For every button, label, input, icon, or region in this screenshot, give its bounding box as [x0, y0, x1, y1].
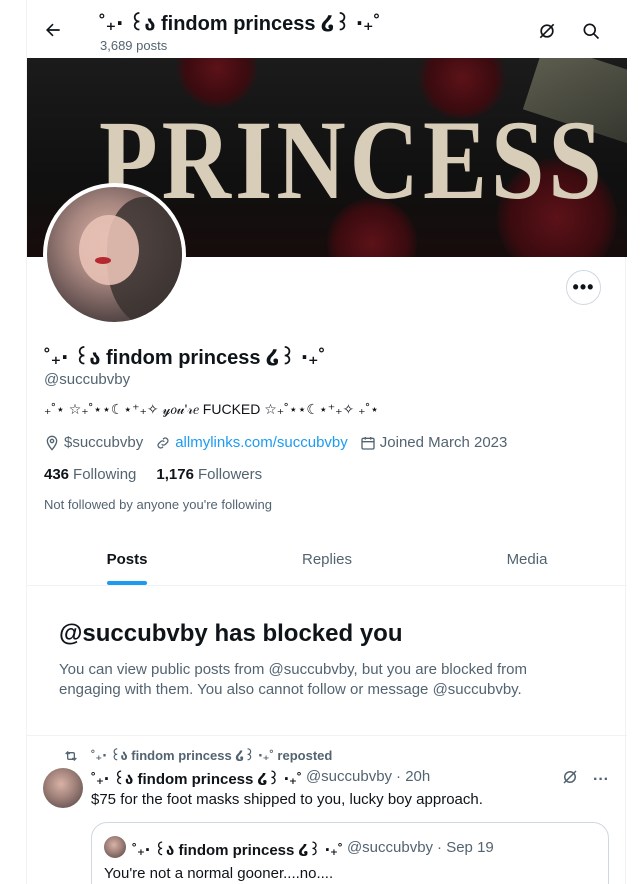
- following-label: Following: [73, 466, 137, 483]
- joined-text: Joined March 2023: [379, 434, 508, 451]
- profile-location: $succubvby: [44, 434, 143, 451]
- tab-label: Media: [506, 551, 548, 568]
- back-arrow-icon[interactable]: [41, 18, 65, 42]
- followers-link[interactable]: 1,176 Followers: [156, 466, 262, 483]
- tab-label: Replies: [301, 551, 353, 568]
- blocked-title: @succubvby has blocked you: [59, 620, 403, 647]
- repost-icon: [65, 750, 77, 761]
- profile-tabs: Posts Replies Media: [27, 534, 627, 586]
- website-link[interactable]: allmylinks.com/succubvby: [175, 434, 348, 451]
- tweet-author-avatar[interactable]: [43, 768, 83, 808]
- blocked-description: You can view public posts from @succubvb…: [59, 661, 527, 698]
- follow-stats: 436 Following 1,176 Followers: [44, 466, 282, 483]
- repost-label: ˚₊‧ ꒰ა findom princess ໒꒱ ‧₊˚ reposted: [91, 748, 333, 763]
- top-bar: ˚₊‧ ꒰ა findom princess ໒꒱ ‧₊˚ 3,689 post…: [27, 0, 627, 58]
- tweet-author-name[interactable]: ˚₊‧ ꒰ა findom princess ໒꒱ ‧₊˚: [91, 768, 302, 788]
- avatar-lips: [95, 257, 111, 264]
- repost-indicator[interactable]: ˚₊‧ ꒰ა findom princess ໒꒱ ‧₊˚ reposted: [63, 747, 332, 764]
- tweet-more-icon[interactable]: ···: [593, 771, 609, 789]
- profile-bio: ₊˚⋆ ☆₊˚⋆⋆☾⋆⁺₊✧ 𝓎𝑜𝓊'𝓇𝑒 FUCKED ☆₊˚⋆⋆☾⋆⁺₊✧ …: [44, 401, 379, 417]
- location-pin-icon: [46, 435, 58, 451]
- tweet-author-handle[interactable]: @succubvby: [306, 768, 392, 788]
- tweet-actions: ···: [561, 768, 609, 791]
- calendar-icon: [361, 436, 375, 450]
- grok-icon[interactable]: [561, 768, 579, 791]
- search-icon[interactable]: [580, 20, 602, 42]
- following-link[interactable]: 436 Following: [44, 466, 136, 483]
- tab-replies[interactable]: Replies: [227, 534, 427, 585]
- profile-avatar[interactable]: [43, 183, 186, 326]
- profile-meta: $succubvby allmylinks.com/succubvby Join…: [44, 434, 519, 451]
- more-options-button[interactable]: •••: [566, 270, 601, 305]
- link-icon: [157, 436, 169, 449]
- posts-count: 3,689 posts: [100, 38, 168, 53]
- quote-author-handle: @succubvby: [346, 839, 434, 856]
- active-tab-indicator: [107, 581, 147, 585]
- tweet-time[interactable]: · 20h: [396, 768, 430, 788]
- tweet-header: ˚₊‧ ꒰ა findom princess ໒꒱ ‧₊˚ @succubvby…: [91, 768, 430, 788]
- quote-time: · Sep 19: [437, 839, 494, 856]
- tweet-text: $75 for the foot masks shipped to you, l…: [91, 791, 483, 808]
- quote-author-avatar: [104, 836, 126, 858]
- tab-label: Posts: [106, 551, 148, 568]
- following-count: 436: [44, 466, 70, 483]
- quote-header: ˚₊‧ ꒰ა findom princess ໒꒱ ‧₊˚ @succubvby…: [132, 839, 494, 859]
- profile-display-name: ˚₊‧ ꒰ა findom princess ໒꒱ ‧₊˚: [44, 347, 326, 369]
- followers-label: Followers: [197, 466, 263, 483]
- quote-text: You're not a normal gooner....no....: [104, 865, 334, 882]
- quoted-tweet[interactable]: ˚₊‧ ꒰ა findom princess ໒꒱ ‧₊˚ @succubvby…: [91, 822, 609, 884]
- profile-joined: Joined March 2023: [360, 434, 508, 451]
- avatar-face: [79, 215, 139, 285]
- grok-icon[interactable]: [536, 20, 558, 42]
- quote-author-name: ˚₊‧ ꒰ა findom princess ໒꒱ ‧₊˚: [132, 842, 343, 859]
- location-text: $succubvby: [64, 434, 144, 451]
- header-title: ˚₊‧ ꒰ა findom princess ໒꒱ ‧₊˚: [99, 13, 381, 35]
- not-followed-notice: Not followed by anyone you're following: [44, 497, 272, 512]
- divider: [27, 735, 627, 736]
- profile-handle: @succubvby: [44, 371, 131, 388]
- tab-posts[interactable]: Posts: [27, 534, 227, 585]
- tab-media[interactable]: Media: [427, 534, 627, 585]
- followers-count: 1,176: [156, 466, 194, 483]
- profile-column: ˚₊‧ ꒰ა findom princess ໒꒱ ‧₊˚ 3,689 post…: [26, 0, 627, 884]
- profile-website[interactable]: allmylinks.com/succubvby: [155, 434, 348, 451]
